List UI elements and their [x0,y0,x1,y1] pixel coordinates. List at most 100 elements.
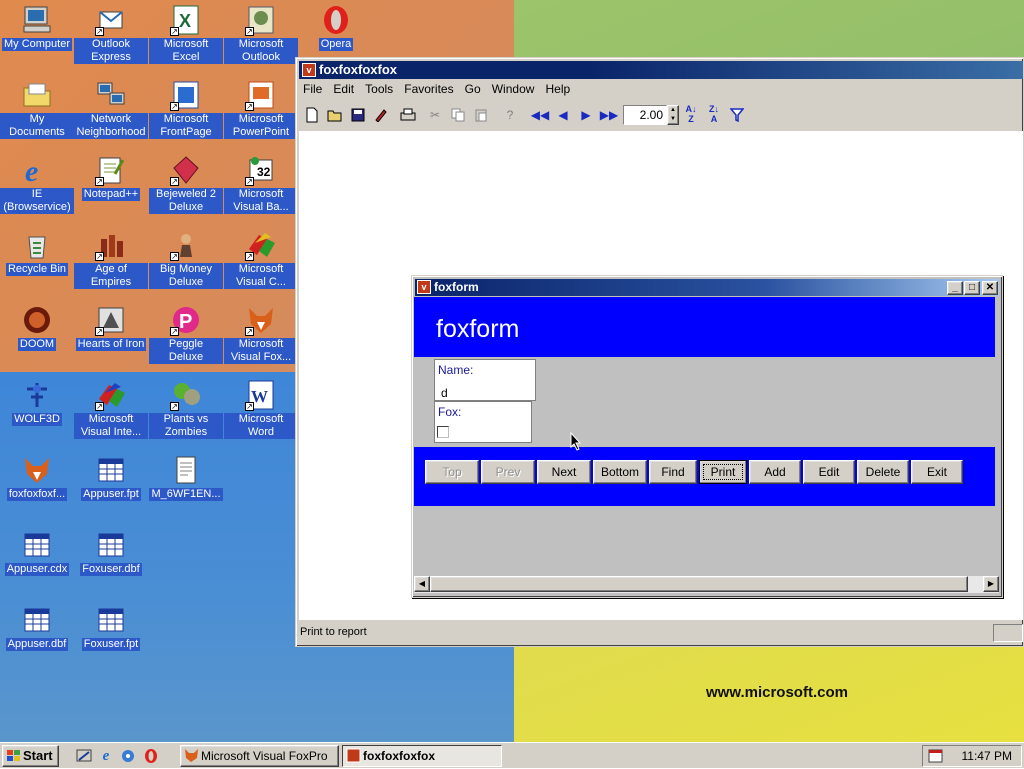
start-button[interactable]: Start [2,745,59,767]
print-icon[interactable] [397,104,419,126]
desktop-icon-frontpage[interactable]: ↗ Microsoft FrontPage [149,79,223,139]
scroll-right-icon[interactable]: ▶ [983,576,999,592]
scroll-left-icon[interactable]: ◀ [414,576,430,592]
desktop-icon-foxfoxfox-app[interactable]: foxfoxfoxf... [0,454,74,501]
desktop-icon-foxuser-fpt[interactable]: Foxuser.fpt [74,604,148,651]
paste-icon[interactable] [470,104,492,126]
desktop: www.microsoft.com My Computer ↗ Outlook … [0,0,1024,742]
cut-icon[interactable]: ✂ [424,104,446,126]
desktop-icon-bejeweled[interactable]: ↗ Bejeweled 2 Deluxe [149,154,223,214]
desktop-icon-wolf3d[interactable]: WOLF3D [0,379,74,426]
desktop-icon-my-documents[interactable]: My Documents [0,79,74,139]
desktop-icon-plants-vs-zombies[interactable]: ↗ Plants vs Zombies [149,379,223,439]
folder-icon [21,79,53,111]
desktop-icon-doom[interactable]: DOOM [0,304,74,351]
open-icon[interactable] [324,104,346,126]
bottom-button[interactable]: Bottom [593,460,647,484]
name-input[interactable]: d [441,386,448,400]
menu-favorites[interactable]: Favorites [400,80,457,99]
desktop-icon-appuser-fpt[interactable]: Appuser.fpt [74,454,148,501]
form-titlebar[interactable]: v foxform _ □ ✕ [415,279,999,296]
desktop-icon-hearts-of-iron[interactable]: ↗ Hearts of Iron [74,304,148,351]
previous-record-icon[interactable]: ◀ [552,104,574,126]
menu-go[interactable]: Go [461,80,485,99]
edit-button[interactable]: Edit [803,460,855,484]
desktop-icon-word[interactable]: W ↗ Microsoft Word [224,379,298,439]
desktop-icon-excel[interactable]: X ↗ Microsoft Excel [149,4,223,64]
name-label: Name: [438,363,474,377]
desktop-icon-visual-interdev[interactable]: ↗ Microsoft Visual Inte... [74,379,148,439]
outlook-express-icon: ↗ [95,4,127,36]
opera-icon[interactable] [143,748,159,764]
foxpro-app-icon [346,748,361,763]
desktop-icon-m-6wf1en[interactable]: M_6WF1EN... [149,454,223,501]
sort-ascending-icon[interactable]: A↓ Z [680,104,702,126]
menu-edit[interactable]: Edit [329,80,358,99]
menu-help[interactable]: Help [541,80,574,99]
visual-foxpro-icon [184,748,199,763]
print-button[interactable]: Print [699,460,747,484]
desktop-icon-foxuser-dbf[interactable]: Foxuser.dbf [74,529,148,576]
desktop-icon-my-computer[interactable]: My Computer [0,4,74,51]
fox-checkbox[interactable] [437,426,449,438]
desktop-icon-big-money[interactable]: ↗ Big Money Deluxe [149,229,223,289]
desktop-icon-label: Foxuser.fpt [81,638,141,651]
maximize-button[interactable]: □ [964,281,980,295]
sort-descending-icon[interactable]: Z↓ A [703,104,725,126]
edit-icon[interactable] [370,104,392,126]
show-desktop-icon[interactable] [76,748,92,764]
menu-tools[interactable]: Tools [361,80,397,99]
copy-icon[interactable] [447,104,469,126]
new-icon[interactable] [301,104,323,126]
prev-button[interactable]: Prev [481,460,535,484]
desktop-icon-label: Microsoft Word [224,413,298,439]
desktop-icon-outlook-express[interactable]: ↗ Outlook Express [74,4,148,64]
exit-button[interactable]: Exit [911,460,963,484]
filter-icon[interactable] [726,104,748,126]
desktop-icon-appuser-cdx[interactable]: Appuser.cdx [0,529,74,576]
close-button[interactable]: ✕ [982,281,998,295]
internet-explorer-icon[interactable]: e [98,748,114,764]
desktop-icon-visual-c[interactable]: ↗ Microsoft Visual C... [224,229,298,289]
desktop-icon-outlook[interactable]: ↗ Microsoft Outlook [224,4,298,64]
desktop-icon-notepadpp[interactable]: ↗ Notepad++ [74,154,148,201]
fox-icon [21,454,53,486]
desktop-icon-visual-basic[interactable]: 32 ↗ Microsoft Visual Ba... [224,154,298,214]
add-button[interactable]: Add [749,460,801,484]
minimize-button[interactable]: _ [947,281,963,295]
find-button[interactable]: Find [649,460,697,484]
desktop-icon-age-of-empires[interactable]: ↗ Age of Empires [74,229,148,289]
zoom-spinner[interactable]: ▲ ▼ [667,105,679,125]
last-record-icon[interactable]: ▶▶ [598,104,620,126]
desktop-icon-network-neighborhood[interactable]: Network Neighborhood [74,79,148,139]
scrollbar-thumb[interactable] [430,576,968,592]
desktop-icon-opera[interactable]: Opera [299,4,373,51]
help-icon[interactable]: ? [499,104,521,126]
taskbar-button-foxfoxfoxfox[interactable]: foxfoxfoxfox [342,745,502,767]
menu-window[interactable]: Window [488,80,539,99]
main-window-titlebar[interactable]: v foxfoxfoxfox [299,61,1023,79]
delete-button[interactable]: Delete [857,460,909,484]
taskbar-button-visual-foxpro[interactable]: Microsoft Visual FoxPro [180,745,339,767]
menu-file[interactable]: File [299,80,326,99]
channels-icon[interactable] [120,748,136,764]
desktop-icon-ie-browservice[interactable]: e IE (Browservice) [0,154,74,214]
bejeweled-icon: ↗ [170,154,202,186]
main-window-title: foxfoxfoxfox [319,62,397,77]
task-label: foxfoxfoxfox [363,749,435,763]
scheduler-tray-icon[interactable] [928,748,944,764]
desktop-icon-visual-foxpro[interactable]: ↗ Microsoft Visual Fox... [224,304,298,364]
desktop-icon-peggle[interactable]: P ↗ Peggle Deluxe [149,304,223,364]
next-button[interactable]: Next [537,460,591,484]
next-record-icon[interactable]: ▶ [575,104,597,126]
top-button[interactable]: Top [425,460,479,484]
horizontal-scrollbar[interactable]: ◀ ▶ [414,576,999,593]
save-icon[interactable] [347,104,369,126]
clock[interactable]: 11:47 PM [962,749,1012,763]
first-record-icon[interactable]: ◀◀ [529,104,551,126]
desktop-icon-powerpoint[interactable]: ↗ Microsoft PowerPoint [224,79,298,139]
wolf3d-icon [21,379,53,411]
zoom-input[interactable]: 2.00 [623,105,667,125]
desktop-icon-appuser-dbf[interactable]: Appuser.dbf [0,604,74,651]
desktop-icon-recycle-bin[interactable]: Recycle Bin [0,229,74,276]
